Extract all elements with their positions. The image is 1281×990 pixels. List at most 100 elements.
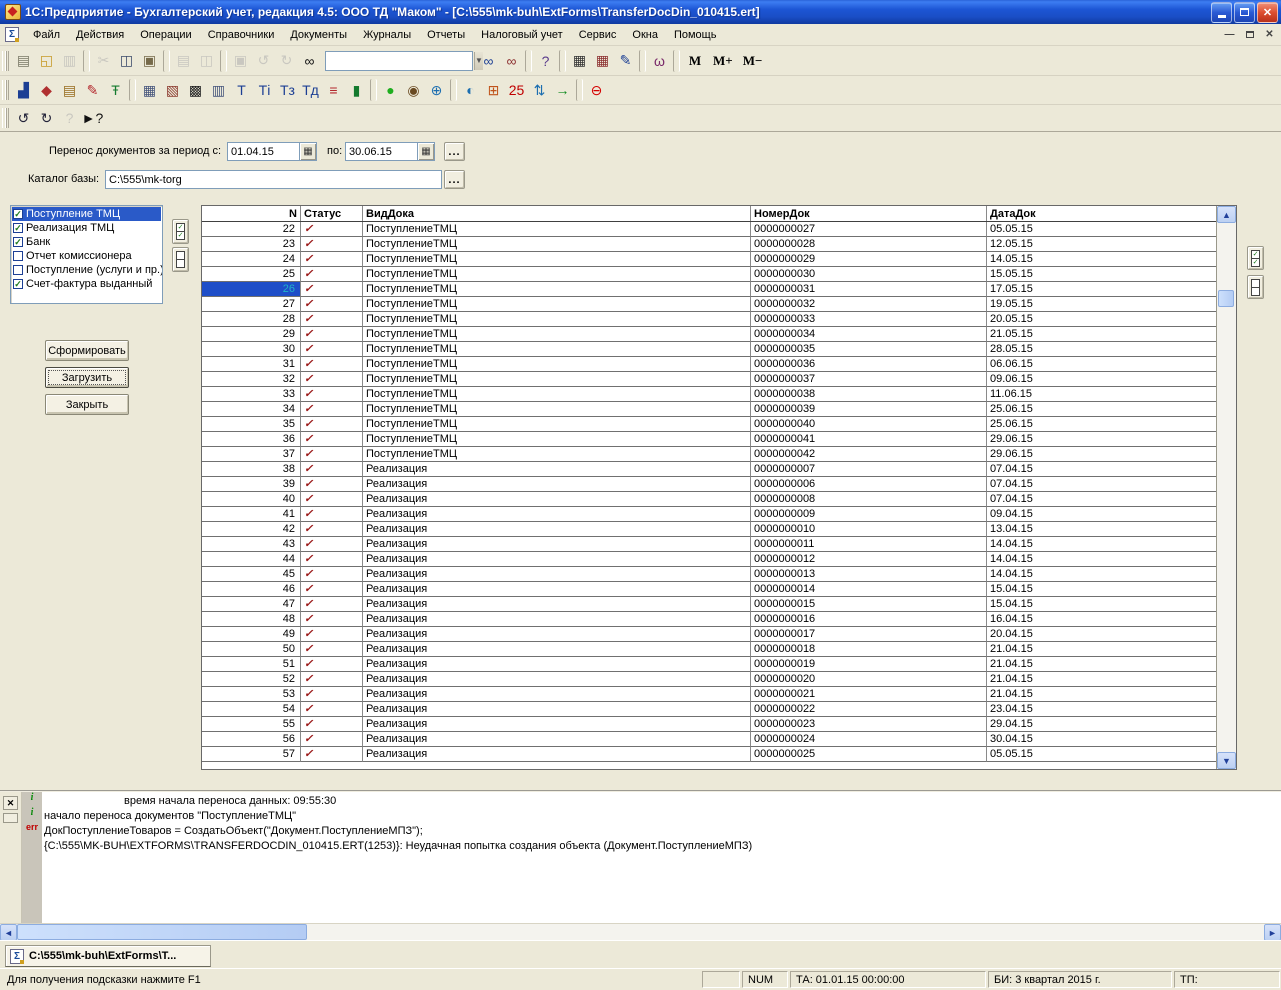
cell-n[interactable]: 34 [202, 402, 301, 417]
period-browse-button[interactable]: ... [444, 142, 465, 161]
cell-viddoka[interactable]: ПоступлениеТМЦ [363, 402, 751, 417]
cell-status[interactable] [301, 267, 363, 282]
table-row[interactable]: 37 ПоступлениеТМЦ 0000000042 29.06.15 [202, 447, 1218, 462]
table-row[interactable]: 45 Реализация 0000000013 14.04.15 [202, 567, 1218, 582]
cell-viddoka[interactable]: ПоступлениеТМЦ [363, 252, 751, 267]
cell-viddoka[interactable]: Реализация [363, 507, 751, 522]
cell-n[interactable]: 26 [202, 282, 301, 297]
cell-nomerdok[interactable]: 0000000028 [751, 237, 987, 252]
cell-status[interactable] [301, 717, 363, 732]
cell-n[interactable]: 28 [202, 312, 301, 327]
log-horizontal-scrollbar[interactable]: ◄ ► [0, 923, 1281, 940]
copy-icon[interactable]: ◫ [115, 49, 138, 72]
find-next-icon[interactable]: ∞ [477, 49, 500, 72]
print-preview-icon[interactable]: ◫ [195, 49, 218, 72]
cell-viddoka[interactable]: Реализация [363, 642, 751, 657]
cell-datadok[interactable]: 15.05.15 [987, 267, 1218, 282]
cell-datadok[interactable]: 14.04.15 [987, 537, 1218, 552]
documents-journal-icon[interactable]: ▦ [138, 79, 161, 102]
table-row[interactable]: 24 ПоступлениеТМЦ 0000000029 14.05.15 [202, 252, 1218, 267]
cell-status[interactable] [301, 447, 363, 462]
cell-viddoka[interactable]: Реализация [363, 732, 751, 747]
cell-viddoka[interactable]: ПоступлениеТМЦ [363, 432, 751, 447]
table-row[interactable]: 31 ПоступлениеТМЦ 0000000036 06.06.15 [202, 357, 1218, 372]
operation-journal-icon[interactable]: ◆ [35, 79, 58, 102]
cell-datadok[interactable]: 29.06.15 [987, 447, 1218, 462]
chess-report-icon[interactable]: ▩ [184, 79, 207, 102]
memory-minus-icon[interactable]: М− [738, 49, 768, 72]
cell-nomerdok[interactable]: 0000000042 [751, 447, 987, 462]
cell-viddoka[interactable]: ПоступлениеТМЦ [363, 237, 751, 252]
table-row[interactable]: 27 ПоступлениеТМЦ 0000000032 19.05.15 [202, 297, 1218, 312]
generate-button[interactable]: Сформировать [45, 340, 129, 361]
typical-operation-icon[interactable]: Ŧ [104, 79, 127, 102]
cell-viddoka[interactable]: Реализация [363, 612, 751, 627]
cell-nomerdok[interactable]: 0000000036 [751, 357, 987, 372]
cell-status[interactable] [301, 357, 363, 372]
table-row[interactable]: 46 Реализация 0000000014 15.04.15 [202, 582, 1218, 597]
cell-n[interactable]: 25 [202, 267, 301, 282]
column-header-viddoka[interactable]: ВидДока [363, 206, 751, 221]
table-row[interactable]: 38 Реализация 0000000007 07.04.15 [202, 462, 1218, 477]
table-row[interactable]: 33 ПоступлениеТМЦ 0000000038 11.06.15 [202, 387, 1218, 402]
globe-help-icon[interactable]: ⊕ [425, 79, 448, 102]
cell-nomerdok[interactable]: 0000000012 [751, 552, 987, 567]
cell-nomerdok[interactable]: 0000000013 [751, 567, 987, 582]
cell-datadok[interactable]: 21.04.15 [987, 657, 1218, 672]
calendar-picker-icon[interactable]: ▦ [299, 143, 316, 160]
cell-viddoka[interactable]: ПоступлениеТМЦ [363, 447, 751, 462]
column-header-datadok[interactable]: ДатаДок [987, 206, 1218, 221]
sep4[interactable] [576, 79, 583, 101]
cell-nomerdok[interactable]: 0000000022 [751, 702, 987, 717]
cell-datadok[interactable]: 07.04.15 [987, 462, 1218, 477]
close-form-button[interactable]: Закрыть [45, 394, 129, 415]
menu-item[interactable]: Помощь [666, 26, 725, 44]
cell-n[interactable]: 37 [202, 447, 301, 462]
cell-status[interactable] [301, 432, 363, 447]
cell-nomerdok[interactable]: 0000000023 [751, 717, 987, 732]
cell-nomerdok[interactable]: 0000000032 [751, 297, 987, 312]
cell-n[interactable]: 32 [202, 372, 301, 387]
table-row[interactable]: 52 Реализация 0000000020 21.04.15 [202, 672, 1218, 687]
cell-status[interactable] [301, 702, 363, 717]
uncheck-all-button[interactable] [172, 247, 189, 272]
cell-viddoka[interactable]: ПоступлениеТМЦ [363, 342, 751, 357]
cell-status[interactable] [301, 387, 363, 402]
cell-nomerdok[interactable]: 0000000030 [751, 267, 987, 282]
cell-nomerdok[interactable]: 0000000021 [751, 687, 987, 702]
quick-search-combobox[interactable]: ▼ [325, 51, 473, 71]
cell-status[interactable] [301, 417, 363, 432]
menu-item[interactable]: Справочники [200, 26, 283, 44]
cell-viddoka[interactable]: Реализация [363, 657, 751, 672]
cell-status[interactable] [301, 402, 363, 417]
table-row[interactable]: 35 ПоступлениеТМЦ 0000000040 25.06.15 [202, 417, 1218, 432]
menu-item[interactable]: Отчеты [419, 26, 473, 44]
toolbar-grip[interactable] [2, 108, 9, 128]
cell-status[interactable] [301, 522, 363, 537]
cell-status[interactable] [301, 282, 363, 297]
table-row[interactable]: 49 Реализация 0000000017 20.04.15 [202, 627, 1218, 642]
cell-datadok[interactable]: 12.05.15 [987, 237, 1218, 252]
menu-item[interactable]: Файл [25, 26, 68, 44]
cell-status[interactable] [301, 687, 363, 702]
cell-nomerdok[interactable]: 0000000027 [751, 222, 987, 237]
cell-n[interactable]: 45 [202, 567, 301, 582]
log-close-button[interactable]: ✕ [3, 796, 18, 810]
new-document-icon[interactable]: ▤ [12, 49, 35, 72]
cell-nomerdok[interactable]: 0000000041 [751, 432, 987, 447]
cell-datadok[interactable]: 21.04.15 [987, 642, 1218, 657]
mdi-restore-button[interactable] [1241, 27, 1258, 42]
cell-viddoka[interactable]: Реализация [363, 717, 751, 732]
cell-n[interactable]: 44 [202, 552, 301, 567]
cell-datadok[interactable]: 21.04.15 [987, 672, 1218, 687]
cell-viddoka[interactable]: ПоступлениеТМЦ [363, 282, 751, 297]
cell-nomerdok[interactable]: 0000000019 [751, 657, 987, 672]
cell-viddoka[interactable]: ПоступлениеТМЦ [363, 222, 751, 237]
view-icon[interactable]: ▣ [229, 49, 252, 72]
cell-viddoka[interactable]: Реализация [363, 747, 751, 762]
close-button[interactable]: ✕ [1257, 2, 1278, 23]
cell-nomerdok[interactable]: 0000000039 [751, 402, 987, 417]
cell-n[interactable]: 50 [202, 642, 301, 657]
cell-n[interactable]: 41 [202, 507, 301, 522]
cell-datadok[interactable]: 13.04.15 [987, 522, 1218, 537]
